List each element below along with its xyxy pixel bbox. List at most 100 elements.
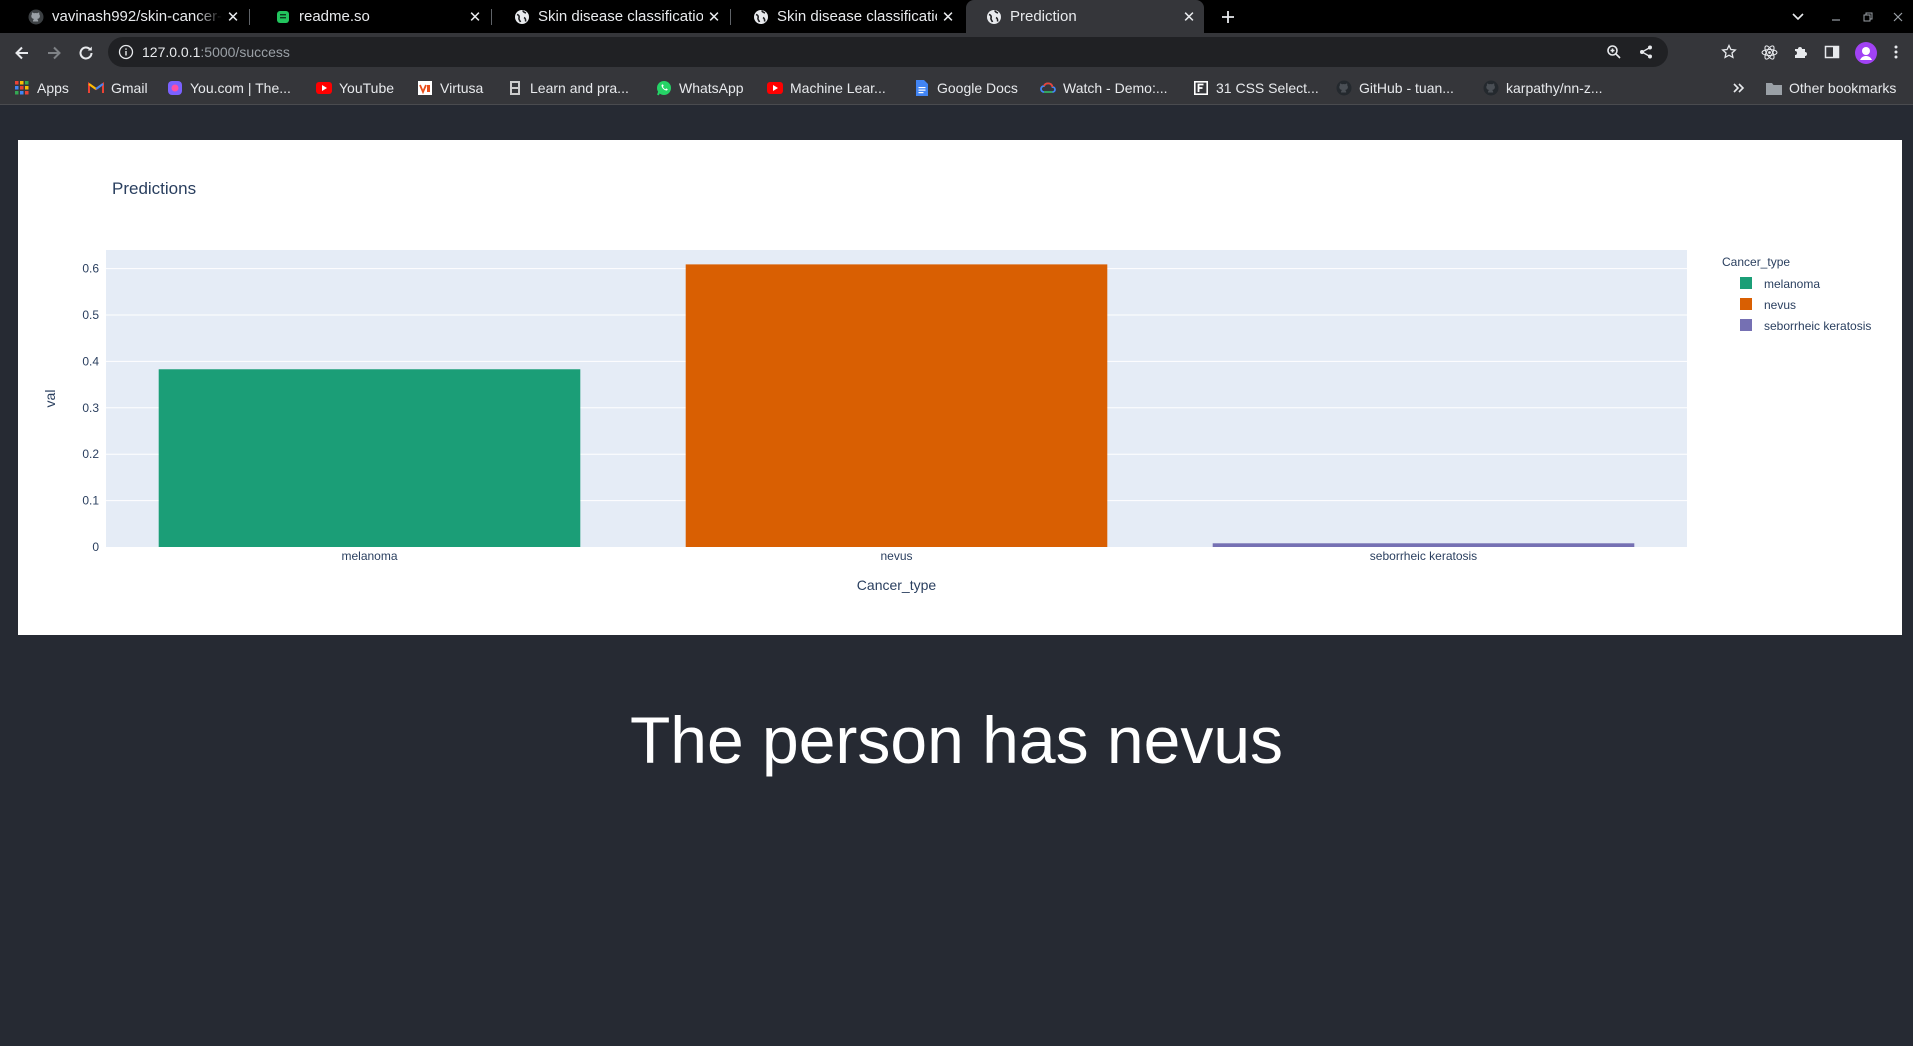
x-axis-title: Cancer_type	[857, 577, 937, 593]
double-chevron-right-icon	[1733, 83, 1745, 93]
bookmark-gmail[interactable]: Gmail	[88, 78, 148, 98]
bookmark-label: Machine Lear...	[790, 80, 886, 96]
minimize-button[interactable]	[1826, 0, 1846, 33]
bookmark-virtusa[interactable]: Virtusa	[417, 78, 483, 98]
bookmark-label: Virtusa	[440, 80, 484, 96]
youtube-icon	[316, 80, 332, 96]
info-icon[interactable]	[118, 44, 134, 60]
tab-close-icon[interactable]: ✕	[222, 8, 244, 26]
tab-title: Skin disease classification	[777, 8, 937, 25]
legend-swatch	[1740, 319, 1752, 331]
more-bookmarks-button[interactable]	[1733, 78, 1745, 98]
bookmark-label: karpathy/nn-z...	[1506, 80, 1603, 96]
bookmark-you-com-the[interactable]: You.com | The...	[167, 78, 291, 98]
zoom-icon[interactable]	[1606, 44, 1622, 60]
arrow-right-icon	[48, 46, 61, 59]
bookmark-apps[interactable]: Apps	[14, 78, 69, 98]
profile-icon	[1860, 47, 1872, 60]
extensions-icon[interactable]	[1793, 44, 1809, 60]
star-icon[interactable]	[1721, 44, 1737, 60]
bookmark-label: Gmail	[111, 80, 148, 96]
bookmark-31-css-select[interactable]: 31 CSS Select...	[1193, 78, 1319, 98]
avatar[interactable]	[1855, 42, 1877, 64]
docs-icon	[914, 80, 930, 96]
bookmark-label: Google Docs	[937, 80, 1018, 96]
globe-icon	[986, 9, 1002, 25]
tab-separator	[491, 9, 492, 25]
bookmark-machine-lear[interactable]: Machine Lear...	[767, 78, 886, 98]
other-bookmarks-folder[interactable]: Other bookmarks	[1766, 78, 1896, 98]
y-axis-title: val	[42, 390, 58, 408]
bookmark-github-tuan[interactable]: GitHub - tuan...	[1336, 78, 1454, 98]
legend-item-label: nevus	[1764, 298, 1796, 312]
legend-item-label: melanoma	[1764, 277, 1820, 291]
bar-melanoma	[158, 369, 581, 547]
restore-button[interactable]	[1858, 0, 1878, 33]
url-text[interactable]: 127.0.0.1:5000/success	[142, 44, 290, 60]
tab-close-icon[interactable]: ✕	[1178, 8, 1200, 26]
youtube-icon	[767, 80, 783, 96]
hackerrank-icon	[507, 80, 523, 96]
bar-nevus	[685, 264, 1108, 547]
address-bar[interactable]: 127.0.0.1:5000/success	[108, 37, 1668, 67]
plus-icon	[1222, 10, 1234, 23]
close-window-button[interactable]	[1888, 0, 1908, 33]
bookmark-google-docs[interactable]: Google Docs	[914, 78, 1018, 98]
readme-icon	[275, 9, 291, 25]
react-devtools-icon[interactable]	[1761, 44, 1778, 61]
tab-close-icon[interactable]: ✕	[937, 8, 959, 26]
x-tick-label: nevus	[880, 549, 912, 563]
url-path: :5000/success	[200, 44, 290, 60]
bookmark-whatsapp[interactable]: WhatsApp	[656, 78, 744, 98]
back-button[interactable]	[8, 33, 36, 72]
bookmarks-bar: Apps Gmail You.com | The... YouTube Virtusa L…	[0, 72, 1913, 105]
bookmark-learn-and-pra[interactable]: Learn and pra...	[507, 78, 629, 98]
legend-swatch	[1740, 277, 1752, 289]
y-tick-label: 0.6	[82, 262, 99, 276]
forward-button[interactable]	[40, 33, 68, 72]
bookmark-label: Watch - Demo:...	[1063, 80, 1168, 96]
legend-item-label: seborrheic keratosis	[1764, 319, 1871, 333]
globe-icon	[753, 9, 769, 25]
tab-close-icon[interactable]: ✕	[464, 8, 486, 26]
bookmark-karpathy-nn-z[interactable]: karpathy/nn-z...	[1483, 78, 1603, 98]
chevron-down-icon	[1792, 12, 1804, 20]
tab-1[interactable]: vavinash992/skin-cancer- ✕	[8, 0, 248, 33]
tab-4[interactable]: Skin disease classification ✕	[733, 0, 963, 33]
youcom-icon	[167, 80, 183, 96]
other-bookmarks-label: Other bookmarks	[1789, 80, 1897, 96]
tab-search-button[interactable]	[1788, 0, 1808, 33]
browser-toolbar: 127.0.0.1:5000/success	[0, 33, 1913, 72]
bookmark-youtube[interactable]: YouTube	[316, 78, 394, 98]
tab-separator	[249, 9, 250, 25]
tab-5[interactable]: Prediction ✕	[966, 0, 1204, 33]
url-host: 127.0.0.1	[142, 44, 201, 60]
restore-icon	[1863, 12, 1873, 21]
legend-title: Cancer_type	[1722, 255, 1790, 269]
tab-title: Prediction	[1010, 8, 1077, 25]
more-vertical-icon[interactable]	[1893, 44, 1899, 60]
new-tab-button[interactable]	[1216, 0, 1240, 33]
tab-close-icon[interactable]: ✕	[703, 8, 725, 26]
x-tick-label: seborrheic keratosis	[1370, 549, 1477, 563]
github-icon	[28, 9, 44, 25]
close-icon	[1893, 12, 1903, 21]
apps-grid-icon	[14, 80, 30, 96]
reload-icon	[79, 46, 93, 59]
cloud-icon	[1040, 80, 1056, 96]
virtusa-icon	[417, 80, 433, 96]
share-icon[interactable]	[1638, 44, 1654, 60]
bookmark-watch-demo[interactable]: Watch - Demo:...	[1040, 78, 1168, 98]
side-panel-icon[interactable]	[1824, 44, 1840, 60]
bar-seborrheic-keratosis	[1212, 543, 1635, 547]
tab-2[interactable]: readme.so ✕	[255, 0, 490, 33]
y-tick-label: 0.3	[82, 401, 99, 415]
tab-3[interactable]: Skin disease classification ✕	[494, 0, 729, 33]
tab-title: readme.so	[299, 8, 370, 25]
arrow-left-icon	[15, 46, 28, 59]
folder-icon	[1766, 80, 1782, 96]
legend-swatch	[1740, 298, 1752, 310]
reload-button[interactable]	[72, 33, 100, 72]
y-tick-label: 0	[92, 540, 99, 554]
chart-title: Predictions	[112, 179, 196, 198]
